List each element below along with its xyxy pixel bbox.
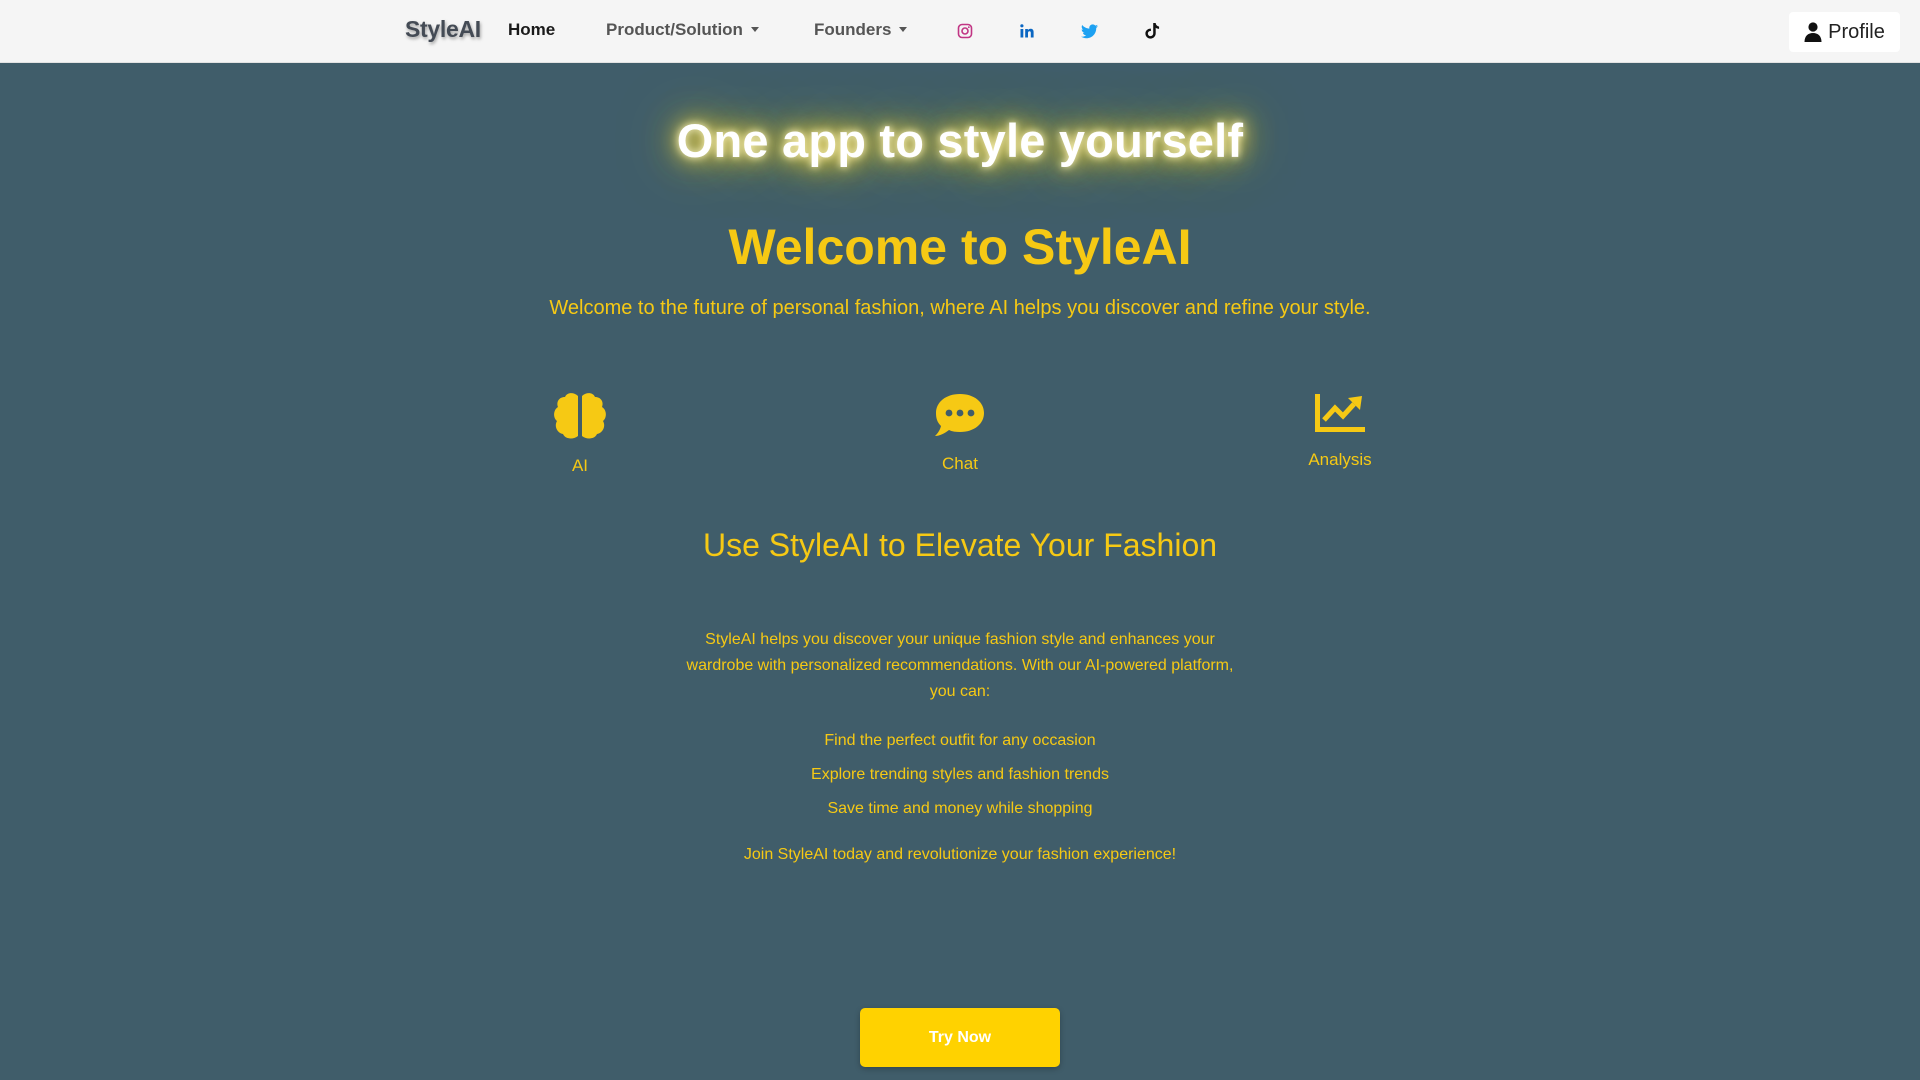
hero-glow-title: One app to style yourself — [676, 114, 1244, 167]
nav-home[interactable]: Home — [508, 20, 555, 40]
caret-down-icon — [750, 27, 759, 32]
try-now-label: Try Now — [928, 1028, 992, 1046]
top-navbar: StyleAI Home Product/Solution Founders P… — [0, 0, 1920, 63]
brand-logo[interactable]: StyleAI — [405, 16, 481, 43]
twitter-icon[interactable] — [1076, 18, 1102, 44]
feature-chat-label: Chat — [942, 454, 978, 473]
section-body: StyleAI helps you discover your unique f… — [686, 631, 1234, 700]
nav-product-solution-dropdown[interactable]: Product/Solution — [606, 20, 759, 40]
chat-icon — [935, 394, 984, 436]
caret-down-icon — [899, 27, 908, 32]
tiktok-icon[interactable] — [1139, 18, 1165, 44]
instagram-icon[interactable] — [952, 18, 978, 44]
join-text: Join StyleAI today and revolutionize you… — [743, 846, 1177, 863]
nav-home-label: Home — [508, 20, 556, 39]
feature-ai: AI — [480, 392, 680, 476]
profile-label: Profile — [1828, 20, 1885, 43]
nav-founders-label: Founders — [814, 20, 892, 39]
try-now-button[interactable]: Try Now — [860, 1008, 1060, 1067]
feature-analysis-label: Analysis — [1308, 450, 1372, 469]
welcome-heading: Welcome to StyleAI — [728, 219, 1192, 275]
list-item: Save time and money while shopping — [827, 800, 1093, 817]
list-item: Explore trending styles and fashion tren… — [811, 766, 1109, 783]
brain-icon — [554, 393, 606, 439]
nav-founders-dropdown[interactable]: Founders — [814, 20, 908, 40]
profile-button[interactable]: Profile — [1789, 12, 1900, 52]
benefits-list: Find the perfect outfit for any occasion… — [660, 729, 1260, 831]
nav-product-solution-label: Product/Solution — [606, 20, 743, 39]
feature-chat: Chat — [860, 392, 1060, 474]
chart-line-icon — [1315, 394, 1365, 432]
feature-analysis: Analysis — [1240, 392, 1440, 470]
list-item: Find the perfect outfit for any occasion — [824, 732, 1096, 749]
welcome-tagline: Welcome to the future of personal fashio… — [549, 297, 1371, 319]
section-title: Use StyleAI to Elevate Your Fashion — [702, 527, 1218, 563]
user-icon — [1804, 22, 1822, 42]
linkedin-icon[interactable] — [1014, 18, 1040, 44]
feature-ai-label: AI — [571, 456, 589, 475]
